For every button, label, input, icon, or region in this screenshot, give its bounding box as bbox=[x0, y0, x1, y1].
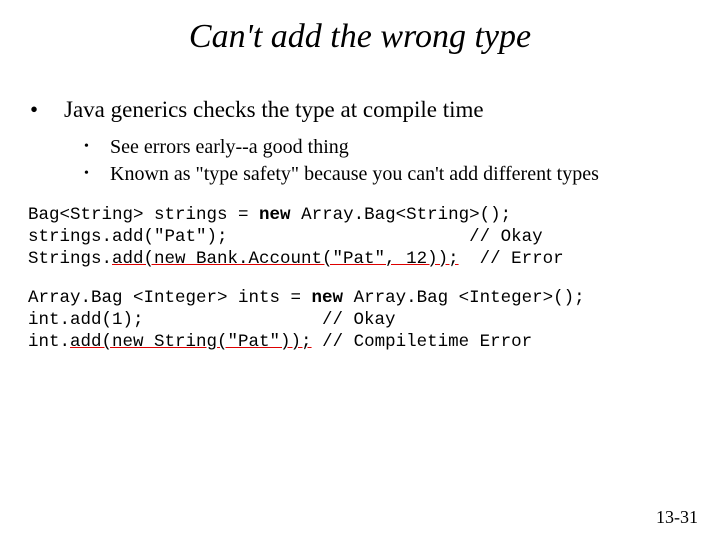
code-error: add(new Bank.Account("Pat", 12)); bbox=[112, 249, 459, 269]
bullet-dot: • bbox=[84, 135, 110, 160]
code-text: strings.add("Pat"); // Okay bbox=[28, 227, 543, 247]
code-text: int. bbox=[28, 332, 70, 352]
code-text: Array.Bag<String>(); bbox=[291, 205, 512, 225]
code-text: // Error bbox=[459, 249, 564, 269]
code-keyword: new bbox=[259, 205, 291, 225]
bullet-dot: • bbox=[84, 162, 110, 187]
bullet-text: Known as "type safety" because you can't… bbox=[110, 162, 599, 187]
code-block-1: Bag<String> strings = new Array.Bag<Stri… bbox=[28, 205, 692, 271]
code-block-2: Array.Bag <Integer> ints = new Array.Bag… bbox=[28, 288, 692, 354]
slide-number: 13-31 bbox=[656, 507, 698, 528]
bullet-level1: • Java generics checks the type at compi… bbox=[28, 96, 692, 125]
bullet-text: See errors early--a good thing bbox=[110, 135, 349, 160]
code-text: Bag<String> strings = bbox=[28, 205, 259, 225]
code-text: Array.Bag <Integer>(); bbox=[343, 288, 585, 308]
slide-title: Can't add the wrong type bbox=[28, 18, 692, 56]
code-text: int.add(1); // Okay bbox=[28, 310, 396, 330]
bullet-dot: • bbox=[28, 96, 64, 125]
slide: Can't add the wrong type • Java generics… bbox=[0, 0, 720, 540]
bullet-text: Java generics checks the type at compile… bbox=[64, 96, 484, 125]
code-text: Array.Bag <Integer> ints = bbox=[28, 288, 312, 308]
code-keyword: new bbox=[312, 288, 344, 308]
code-text: Strings. bbox=[28, 249, 112, 269]
bullet-level2: • See errors early--a good thing bbox=[84, 135, 692, 160]
code-text: // Compiletime Error bbox=[312, 332, 533, 352]
bullet-level2: • Known as "type safety" because you can… bbox=[84, 162, 692, 187]
code-error: add(new String("Pat")); bbox=[70, 332, 312, 352]
